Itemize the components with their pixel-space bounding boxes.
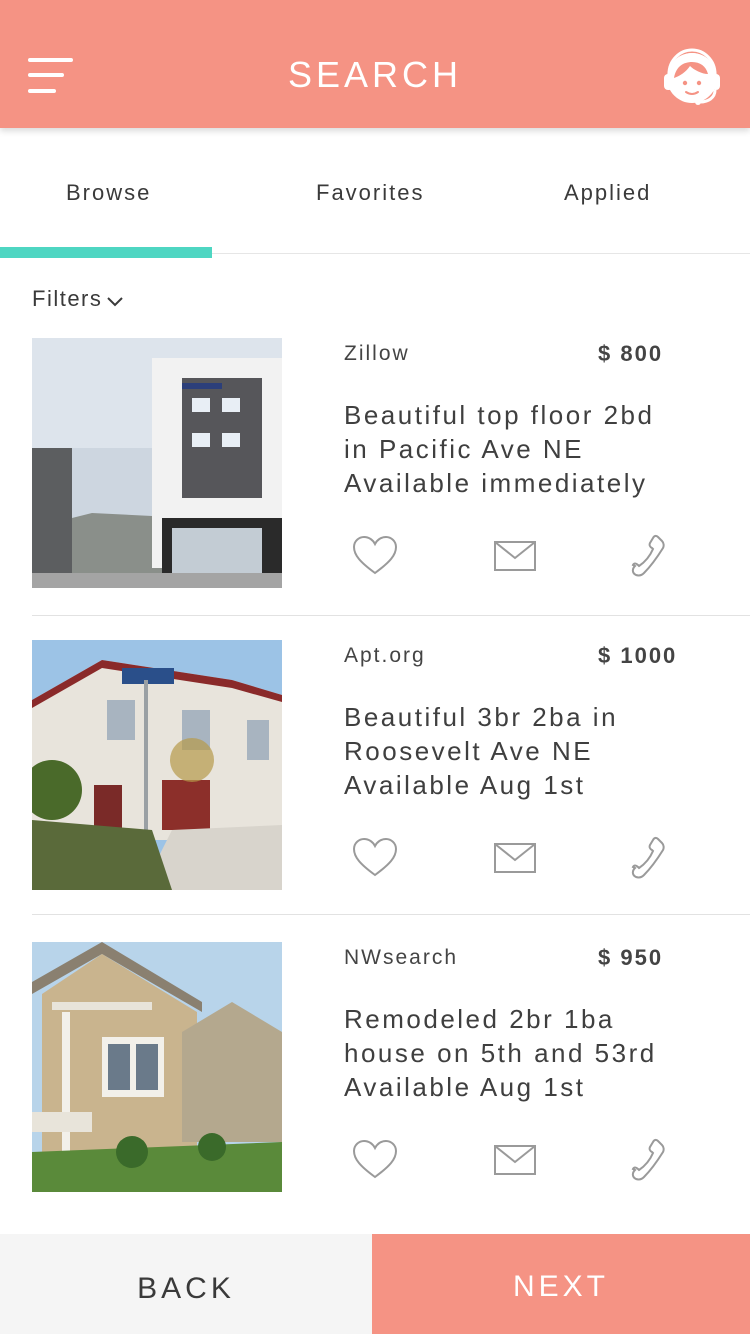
mail-icon[interactable]	[490, 534, 540, 578]
listing-source: NWsearch	[344, 946, 459, 969]
description-line: Available immediately	[344, 468, 648, 498]
next-label: NEXT	[512, 1270, 609, 1303]
listing-photo[interactable]	[32, 338, 282, 588]
description-line: Beautiful top floor 2bd	[344, 400, 655, 430]
back-label: BACK	[137, 1272, 235, 1305]
listing-item[interactable]: NWsearch $ 950 Remodeled 2br 1ba house o…	[32, 942, 750, 1202]
listing-source: Zillow	[344, 342, 410, 365]
listing-price: $ 950	[598, 945, 664, 970]
tab-bar: Browse Favorites Applied	[0, 128, 750, 258]
listing-price: $ 1000	[598, 643, 678, 668]
next-button[interactable]: NEXT	[372, 1234, 750, 1334]
active-tab-indicator	[0, 247, 212, 258]
listing-divider	[32, 914, 750, 915]
listing-description: Beautiful 3br 2ba in Roosevelt Ave NE Av…	[344, 700, 744, 802]
listing-photo[interactable]	[32, 640, 282, 890]
support-agent-icon[interactable]	[660, 46, 724, 110]
description-line: Available Aug 1st	[344, 770, 586, 800]
listing-description: Remodeled 2br 1ba house on 5th and 53rd …	[344, 1002, 744, 1104]
description-line: Roosevelt Ave NE	[344, 736, 594, 766]
tab-applied[interactable]: Applied	[564, 180, 651, 206]
phone-icon[interactable]	[622, 534, 672, 578]
chevron-down-icon	[107, 297, 124, 307]
filters-label: Filters	[32, 286, 103, 311]
phone-icon[interactable]	[622, 1138, 672, 1182]
heart-icon[interactable]	[350, 836, 400, 880]
listing-source: Apt.org	[344, 644, 426, 667]
tab-favorites[interactable]: Favorites	[316, 180, 424, 206]
phone-icon[interactable]	[622, 836, 672, 880]
listing-divider	[32, 615, 750, 616]
page-title: SEARCH	[287, 54, 463, 95]
back-button[interactable]: BACK	[0, 1234, 372, 1334]
listing-description: Beautiful top floor 2bd in Pacific Ave N…	[344, 398, 744, 500]
mail-icon[interactable]	[490, 836, 540, 880]
listing-item[interactable]: Zillow $ 800 Beautiful top floor 2bd in …	[32, 338, 750, 598]
description-line: Beautiful 3br 2ba in	[344, 702, 619, 732]
listing-photo[interactable]	[32, 942, 282, 1192]
tab-browse[interactable]: Browse	[66, 180, 151, 206]
heart-icon[interactable]	[350, 1138, 400, 1182]
description-line: Available Aug 1st	[344, 1072, 586, 1102]
mail-icon[interactable]	[490, 1138, 540, 1182]
description-line: house on 5th and 53rd	[344, 1038, 657, 1068]
footer-bar: BACK NEXT	[0, 1234, 750, 1334]
listing-item[interactable]: Apt.org $ 1000 Beautiful 3br 2ba in Roos…	[32, 640, 750, 900]
app-header: SEARCH	[0, 0, 750, 128]
description-line: in Pacific Ave NE	[344, 434, 585, 464]
heart-icon[interactable]	[350, 534, 400, 578]
listing-price: $ 800	[598, 341, 664, 366]
filters-dropdown[interactable]: Filters	[32, 286, 124, 312]
description-line: Remodeled 2br 1ba	[344, 1004, 615, 1034]
